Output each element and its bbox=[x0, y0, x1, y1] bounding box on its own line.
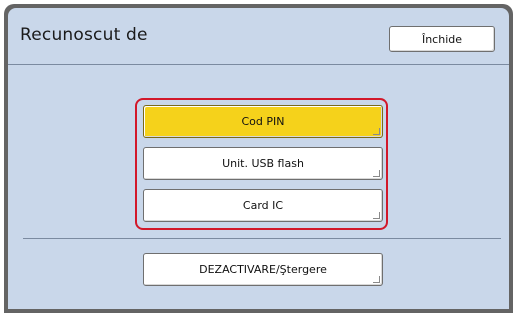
header-divider bbox=[8, 64, 509, 65]
ic-card-label: Card IC bbox=[242, 199, 284, 212]
close-button[interactable]: Închide bbox=[389, 26, 495, 52]
disable-delete-button[interactable]: DEZACTIVARE/Ştergere bbox=[143, 253, 383, 286]
dialog-panel: Recunoscut de Închide Cod PIN Unit. USB … bbox=[8, 8, 509, 309]
pin-code-button[interactable]: Cod PIN bbox=[143, 105, 383, 138]
ic-card-button[interactable]: Card IC bbox=[143, 189, 383, 222]
corner-mark-icon bbox=[373, 212, 380, 219]
usb-flash-button[interactable]: Unit. USB flash bbox=[143, 147, 383, 180]
corner-mark-icon bbox=[373, 128, 380, 135]
usb-flash-label: Unit. USB flash bbox=[222, 157, 304, 170]
section-divider bbox=[23, 238, 501, 239]
dialog-title: Recunoscut de bbox=[20, 25, 148, 45]
close-button-label: Închide bbox=[421, 32, 463, 46]
pin-code-label: Cod PIN bbox=[241, 115, 285, 128]
corner-mark-icon bbox=[373, 276, 380, 283]
disable-delete-label: DEZACTIVARE/Ştergere bbox=[199, 263, 327, 276]
corner-mark-icon bbox=[373, 170, 380, 177]
dialog-header: Recunoscut de Închide bbox=[8, 8, 509, 64]
